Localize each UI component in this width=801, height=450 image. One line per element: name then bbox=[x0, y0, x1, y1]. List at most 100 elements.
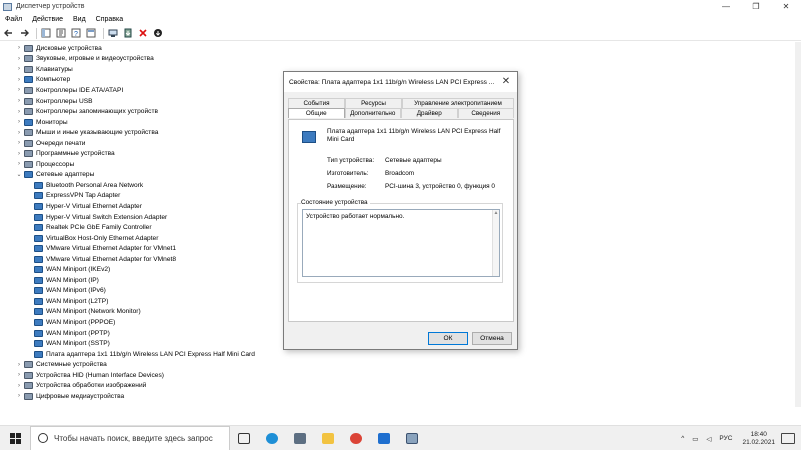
task-view-icon[interactable] bbox=[230, 426, 258, 450]
taskbar-search-box[interactable]: Чтобы начать поиск, введите здесь запрос bbox=[30, 425, 230, 450]
ok-button[interactable]: ОК bbox=[428, 332, 468, 345]
mail-app-icon[interactable] bbox=[370, 426, 398, 450]
tab-power-management[interactable]: Управление электропитанием bbox=[402, 98, 514, 108]
expand-arrow-icon[interactable]: › bbox=[14, 98, 24, 104]
expand-arrow-icon[interactable]: › bbox=[14, 393, 24, 399]
expand-arrow-icon[interactable]: › bbox=[14, 45, 24, 51]
tree-device[interactable]: WAN Miniport (L2TP) bbox=[0, 296, 290, 307]
tree-device[interactable]: Hyper-V Virtual Ethernet Adapter bbox=[0, 201, 290, 212]
expand-arrow-icon[interactable]: › bbox=[14, 109, 24, 115]
tree-category[interactable]: › Мониторы bbox=[0, 117, 290, 128]
tree-category[interactable]: › Контроллеры USB bbox=[0, 96, 290, 107]
device-status-textbox[interactable]: Устройство работает нормально. ▲ bbox=[302, 209, 500, 277]
tree-category[interactable]: › Очереди печати bbox=[0, 138, 290, 149]
tree-category[interactable]: › Программные устройства bbox=[0, 148, 290, 159]
photos-app-icon[interactable] bbox=[286, 426, 314, 450]
scan-hardware-icon[interactable] bbox=[107, 28, 118, 39]
tree-device[interactable]: ExpressVPN Tap Adapter bbox=[0, 191, 290, 202]
cancel-button[interactable]: Отмена bbox=[472, 332, 512, 345]
tree-device[interactable]: Hyper-V Virtual Switch Extension Adapter bbox=[0, 212, 290, 223]
expand-arrow-icon[interactable]: › bbox=[14, 362, 24, 368]
tree-device[interactable]: Bluetooth Personal Area Network bbox=[0, 180, 290, 191]
collapse-arrow-icon[interactable]: ⌄ bbox=[14, 171, 24, 178]
tree-device[interactable]: WAN Miniport (PPTP) bbox=[0, 328, 290, 339]
notification-center-icon[interactable] bbox=[781, 433, 795, 444]
tab-general[interactable]: Общие bbox=[288, 108, 345, 118]
expand-arrow-icon[interactable]: › bbox=[14, 372, 24, 378]
chrome-browser-icon[interactable] bbox=[342, 426, 370, 450]
start-button[interactable] bbox=[0, 426, 30, 450]
tree-category[interactable]: › Контроллеры запоминающих устройств bbox=[0, 106, 290, 117]
edge-browser-icon[interactable] bbox=[258, 426, 286, 450]
file-explorer-icon[interactable] bbox=[314, 426, 342, 450]
tab-advanced[interactable]: Дополнительно bbox=[344, 108, 401, 118]
menu-action[interactable]: Действие bbox=[27, 14, 68, 26]
tree-category-network-adapters[interactable]: ⌄ Сетевые адаптеры bbox=[0, 170, 290, 181]
tab-details[interactable]: Сведения bbox=[457, 108, 514, 118]
tree-category[interactable]: › Системные устройства bbox=[0, 359, 290, 370]
back-arrow-icon[interactable] bbox=[3, 28, 14, 39]
volume-icon[interactable]: ◁ bbox=[706, 435, 711, 443]
tree-device[interactable]: VirtualBox Host-Only Ethernet Adapter bbox=[0, 233, 290, 244]
tree-device[interactable]: WAN Miniport (SSTP) bbox=[0, 338, 290, 349]
clock[interactable]: 18:40 21.02.2021 bbox=[742, 431, 775, 447]
close-button[interactable]: ✕ bbox=[771, 0, 801, 13]
tree-device[interactable]: WAN Miniport (IKEv2) bbox=[0, 264, 290, 275]
network-adapter-icon bbox=[34, 329, 43, 337]
tree-category[interactable]: › Процессоры bbox=[0, 159, 290, 170]
expand-arrow-icon[interactable]: › bbox=[14, 140, 24, 146]
network-icon[interactable]: ▭ bbox=[692, 435, 698, 443]
tree-device[interactable]: Realtek PCIe GbE Family Controller bbox=[0, 222, 290, 233]
status-scrollbar[interactable]: ▲ bbox=[492, 210, 499, 276]
tree-device[interactable]: WAN Miniport (PPPOE) bbox=[0, 317, 290, 328]
minimize-button[interactable]: — bbox=[711, 0, 741, 13]
expand-arrow-icon[interactable]: › bbox=[14, 151, 24, 157]
forward-arrow-icon[interactable] bbox=[18, 28, 29, 39]
tree-category[interactable]: › Цифровые медиаустройства bbox=[0, 391, 290, 402]
menu-file[interactable]: Файл bbox=[0, 14, 27, 26]
vertical-scrollbar[interactable] bbox=[795, 42, 801, 407]
expand-arrow-icon[interactable]: › bbox=[14, 161, 24, 167]
menu-view[interactable]: Вид bbox=[68, 14, 91, 26]
show-hide-console-tree-icon[interactable] bbox=[40, 28, 51, 39]
uninstall-device-icon[interactable] bbox=[137, 28, 148, 39]
device-manager-app-icon bbox=[3, 2, 12, 11]
help-icon[interactable]: ? bbox=[70, 28, 81, 39]
tree-category[interactable]: › Контроллеры IDE ATA/ATAPI bbox=[0, 85, 290, 96]
update-driver-icon[interactable] bbox=[122, 28, 133, 39]
tray-overflow-arrow[interactable]: ^ bbox=[681, 435, 684, 442]
tree-category[interactable]: › Компьютер bbox=[0, 75, 290, 86]
expand-arrow-icon[interactable]: › bbox=[14, 77, 24, 83]
language-indicator[interactable]: РУС bbox=[719, 435, 732, 442]
menu-help[interactable]: Справка bbox=[91, 14, 128, 26]
tree-device[interactable]: WAN Miniport (Network Monitor) bbox=[0, 307, 290, 318]
expand-arrow-icon[interactable]: › bbox=[14, 66, 24, 72]
tab-driver[interactable]: Драйвер bbox=[401, 108, 458, 118]
expand-arrow-icon[interactable]: › bbox=[14, 130, 24, 136]
maximize-button[interactable]: ❐ bbox=[741, 0, 771, 13]
properties-icon[interactable] bbox=[55, 28, 66, 39]
expand-arrow-icon[interactable]: › bbox=[14, 119, 24, 125]
dialog-close-button[interactable]: ✕ bbox=[499, 74, 513, 89]
tree-device-selected[interactable]: Плата адаптера 1x1 11b/g/n Wireless LAN … bbox=[0, 349, 290, 360]
expand-arrow-icon[interactable]: › bbox=[14, 383, 24, 389]
properties-sheet-icon[interactable] bbox=[85, 28, 96, 39]
tree-category[interactable]: › Клавиатуры bbox=[0, 64, 290, 75]
tab-events[interactable]: События bbox=[288, 98, 345, 108]
tree-device[interactable]: WAN Miniport (IP) bbox=[0, 275, 290, 286]
sound-icon bbox=[24, 55, 33, 63]
tree-device[interactable]: VMware Virtual Ethernet Adapter for VMne… bbox=[0, 243, 290, 254]
tree-category[interactable]: › Устройства обработки изображений bbox=[0, 381, 290, 392]
tree-category[interactable]: › Дисковые устройства bbox=[0, 43, 290, 54]
enable-device-icon[interactable] bbox=[152, 28, 163, 39]
tree-category[interactable]: › Звуковые, игровые и видеоустройства bbox=[0, 54, 290, 65]
expand-arrow-icon[interactable]: › bbox=[14, 87, 24, 93]
expand-arrow-icon[interactable]: › bbox=[14, 56, 24, 62]
window-title: Диспетчер устройств bbox=[16, 3, 85, 10]
tree-category[interactable]: › Устройства HID (Human Interface Devices… bbox=[0, 370, 290, 381]
device-manager-taskbar-icon[interactable] bbox=[398, 426, 426, 450]
tree-device[interactable]: WAN Miniport (IPv6) bbox=[0, 286, 290, 297]
tree-category[interactable]: › Мыши и иные указывающие устройства bbox=[0, 127, 290, 138]
tab-resources[interactable]: Ресурсы bbox=[345, 98, 402, 108]
tree-device[interactable]: VMware Virtual Ethernet Adapter for VMne… bbox=[0, 254, 290, 265]
